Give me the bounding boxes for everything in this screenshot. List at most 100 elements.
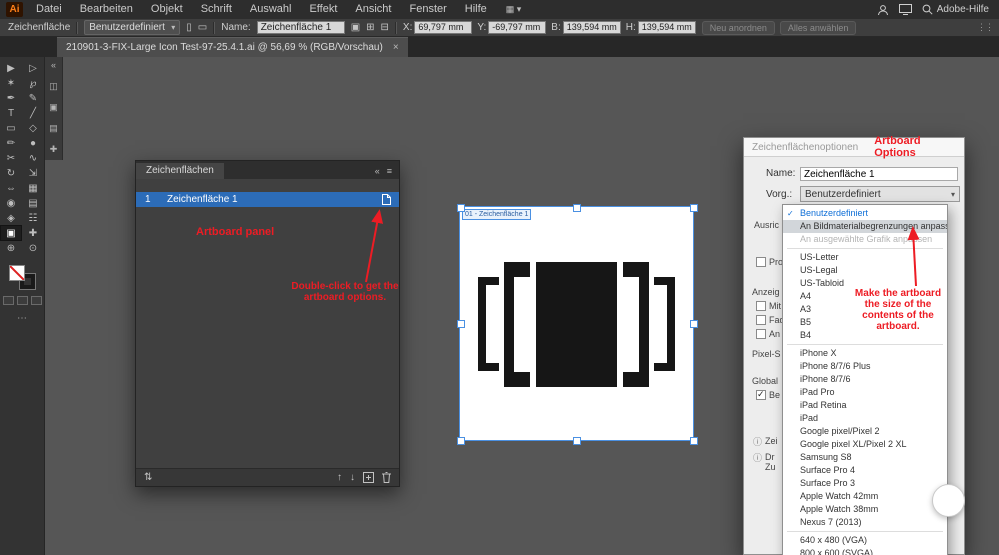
landscape-icon[interactable]: ▭ bbox=[198, 21, 207, 34]
global-checkbox[interactable] bbox=[756, 389, 766, 400]
zoom-tool[interactable]: ⊙ bbox=[23, 241, 43, 255]
selection-tool[interactable]: ▶ bbox=[1, 61, 21, 75]
draw-behind-button[interactable] bbox=[16, 296, 28, 305]
preset-option[interactable]: Apple Watch 42mm bbox=[783, 490, 947, 503]
artboard-tool[interactable]: ▣ bbox=[0, 225, 22, 241]
preset-select[interactable]: Benutzerdefiniert ▾ bbox=[84, 20, 181, 35]
curvature-tool[interactable]: ✎ bbox=[23, 91, 43, 105]
selection-handle[interactable] bbox=[690, 320, 698, 328]
menu-item[interactable]: Objekt bbox=[142, 0, 192, 19]
menu-item[interactable]: Schrift bbox=[192, 0, 241, 19]
document-tab[interactable]: 210901-3-FIX-Large Icon Test-97-25.4.1.a… bbox=[57, 37, 408, 57]
shape-builder-tool[interactable]: ▦ bbox=[23, 181, 43, 195]
type-tool[interactable]: T bbox=[1, 106, 21, 120]
fill-swatch[interactable] bbox=[9, 265, 25, 281]
portrait-icon[interactable]: ▯ bbox=[186, 21, 192, 34]
dock-panel-icon-3[interactable]: ▤ bbox=[49, 123, 58, 133]
magic-wand-tool[interactable]: ✶ bbox=[1, 76, 21, 90]
preset-option[interactable]: Surface Pro 4 bbox=[783, 464, 947, 477]
eyedropper-tool[interactable]: ◈ bbox=[1, 211, 21, 225]
center-mark-checkbox[interactable] bbox=[756, 301, 766, 311]
account-icon[interactable] bbox=[877, 4, 889, 16]
preset-option[interactable]: Google pixel/Pixel 2 bbox=[783, 425, 947, 438]
dock-panel-icon-1[interactable]: ◫ bbox=[49, 81, 58, 91]
control-bar-grip[interactable]: ⋮⋮ bbox=[977, 22, 994, 33]
rotate-tool[interactable]: ↻ bbox=[1, 166, 21, 180]
draw-inside-button[interactable] bbox=[30, 296, 42, 305]
artboard-list-row[interactable]: 1 Zeichenfläche 1 bbox=[136, 192, 399, 207]
mesh-tool[interactable]: ▤ bbox=[23, 196, 43, 210]
preset-option[interactable]: Apple Watch 38mm bbox=[783, 503, 947, 516]
preset-option[interactable]: Google pixel XL/Pixel 2 XL bbox=[783, 438, 947, 451]
move-up-icon[interactable]: ↑ bbox=[337, 472, 342, 483]
artboard-presets-icon[interactable]: ⊞ bbox=[366, 21, 374, 34]
selection-handle[interactable] bbox=[690, 437, 698, 445]
preset-option[interactable]: iPhone 8/7/6 bbox=[783, 373, 947, 386]
field-value[interactable]: -69,797 mm bbox=[488, 21, 547, 34]
blob-brush-tool[interactable]: ● bbox=[23, 136, 43, 150]
move-down-icon[interactable]: ↓ bbox=[350, 472, 355, 483]
close-icon[interactable]: × bbox=[393, 42, 399, 53]
gradient-tool[interactable]: ◉ bbox=[1, 196, 21, 210]
preset-option[interactable]: 800 x 600 (SVGA) bbox=[783, 547, 947, 555]
dialog-name-input[interactable] bbox=[800, 167, 958, 181]
scissors-tool[interactable]: ✂ bbox=[1, 151, 21, 165]
preset-option[interactable]: US-Legal bbox=[783, 264, 947, 277]
menu-item[interactable]: Effekt bbox=[300, 0, 346, 19]
lasso-tool[interactable]: ℘ bbox=[23, 76, 43, 90]
preset-option[interactable]: Samsung S8 bbox=[783, 451, 947, 464]
artboard-options-icon[interactable] bbox=[382, 194, 391, 205]
crosshair-checkbox[interactable] bbox=[756, 315, 766, 325]
dialog-title-bar[interactable]: Zeichenflächenoptionen Artboard Options bbox=[744, 135, 964, 159]
dock-panel-icon-2[interactable]: ▣ bbox=[49, 102, 58, 112]
free-transform-tool[interactable]: ⇔ bbox=[1, 181, 21, 195]
field-value[interactable]: 69,797 mm bbox=[414, 21, 473, 34]
pencil-tool[interactable]: ✏ bbox=[1, 136, 21, 150]
preset-option[interactable]: US-Letter bbox=[783, 251, 947, 264]
preset-option[interactable]: Surface Pro 3 bbox=[783, 477, 947, 490]
collapse-panel-icon[interactable]: « bbox=[375, 166, 380, 176]
rectangle-tool[interactable]: ▭ bbox=[1, 121, 21, 135]
preset-option[interactable]: iPad bbox=[783, 412, 947, 425]
workspace-icon[interactable] bbox=[898, 4, 912, 15]
selection-handle[interactable] bbox=[690, 204, 698, 212]
adobe-help[interactable]: Adobe-Hilfe bbox=[922, 4, 989, 15]
field-value[interactable]: 139,594 mm bbox=[637, 21, 696, 34]
preset-option[interactable]: iPhone X bbox=[783, 347, 947, 360]
arrange-documents-icon[interactable]: ▦ ▾ bbox=[506, 4, 522, 15]
menu-item[interactable]: Fenster bbox=[400, 0, 455, 19]
safe-area-checkbox[interactable] bbox=[756, 329, 766, 339]
new-artboard-icon[interactable] bbox=[363, 472, 374, 483]
scale-tool[interactable]: ⇲ bbox=[23, 166, 43, 180]
floating-button[interactable] bbox=[932, 484, 965, 517]
blend-tool[interactable]: ☷ bbox=[23, 211, 43, 225]
proportions-checkbox[interactable] bbox=[756, 257, 766, 267]
preset-option[interactable]: Nexus 7 (2013) bbox=[783, 516, 947, 529]
selection-handle[interactable] bbox=[457, 437, 465, 445]
delete-artboard-icon[interactable] bbox=[382, 472, 391, 483]
field-value[interactable]: 139,594 mm bbox=[562, 21, 621, 34]
line-segment-tool[interactable]: ╱ bbox=[23, 106, 43, 120]
selection-handle[interactable] bbox=[457, 320, 465, 328]
preset-option[interactable]: iPad Pro bbox=[783, 386, 947, 399]
menu-item[interactable]: Datei bbox=[27, 0, 71, 19]
menu-item[interactable]: Bearbeiten bbox=[71, 0, 142, 19]
hand-tool[interactable]: ⊕ bbox=[1, 241, 21, 255]
selection-handle[interactable] bbox=[573, 204, 581, 212]
preset-option[interactable]: iPhone 8/7/6 Plus bbox=[783, 360, 947, 373]
artboard-delete-icon[interactable]: ⊟ bbox=[381, 21, 389, 34]
preset-option[interactable]: iPad Retina bbox=[783, 399, 947, 412]
menu-item[interactable]: Ansicht bbox=[346, 0, 400, 19]
width-tool[interactable]: ∿ bbox=[23, 151, 43, 165]
menu-item[interactable]: Auswahl bbox=[241, 0, 301, 19]
draw-normal-button[interactable] bbox=[2, 296, 14, 305]
panel-menu-icon[interactable]: ≡ bbox=[387, 166, 392, 176]
preset-option[interactable]: An Bildmaterialbegrenzungen anpassen bbox=[783, 220, 947, 233]
dock-panel-icon-4[interactable]: ✚ bbox=[50, 144, 58, 154]
artboard-name-tag[interactable]: 01 - Zeichenfläche 1 bbox=[462, 209, 532, 220]
artboard-name-input[interactable] bbox=[256, 21, 345, 34]
reorder-icon[interactable]: ⇅ bbox=[144, 472, 152, 483]
symbol-sprayer-tool[interactable]: ✚ bbox=[23, 226, 43, 240]
pen-tool[interactable]: ✒ bbox=[1, 91, 21, 105]
selection-handle[interactable] bbox=[457, 204, 465, 212]
